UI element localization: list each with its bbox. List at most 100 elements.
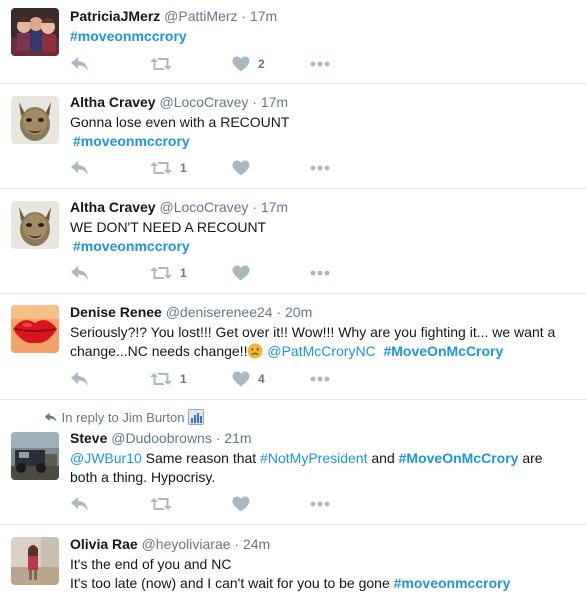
reply-icon [70, 496, 90, 512]
heart-icon [232, 160, 250, 176]
tweet[interactable]: Denise Renee @deniserenee24 · 20m Seriou… [0, 294, 586, 400]
tweet[interactable]: In reply to Jim Burton Steve @Dudoobrown… [0, 400, 586, 525]
timestamp[interactable]: · 24m [234, 536, 270, 552]
username[interactable]: @heyoliviarae [142, 536, 231, 552]
fullname[interactable]: Steve [70, 430, 107, 446]
username[interactable]: @Dudoobrowns [111, 430, 212, 446]
reply-icon [70, 160, 90, 176]
hashtag-link[interactable]: #moveonmccrory [70, 28, 187, 44]
hashtag-link[interactable]: #moveonmccrory [73, 133, 190, 149]
heart-icon [232, 265, 250, 281]
tweet[interactable]: Olivia Rae @heyoliviarae · 24m It's the … [0, 525, 586, 596]
heart-icon [232, 371, 250, 387]
like-button[interactable] [232, 265, 258, 281]
tweet-text: It's the end of you and NC It's too late… [70, 555, 570, 593]
reply-button[interactable] [70, 371, 90, 387]
group-photo-avatar [11, 8, 59, 56]
retweet-icon [150, 56, 172, 72]
avatar[interactable] [11, 305, 59, 353]
devil-mask-avatar [11, 96, 59, 144]
tweet-line: WE DON'T NEED A RECOUNT [70, 219, 267, 235]
username[interactable]: @deniserenee24 [166, 304, 273, 320]
tweet-line: Seriously?!? You lost!!! Get over it!! W… [70, 324, 556, 340]
tweet-text: #moveonmccrory [70, 27, 570, 46]
timestamp[interactable]: · 17m [252, 94, 288, 110]
reply-button[interactable] [70, 56, 90, 72]
hashtag-link[interactable]: #MoveOnMcCrory [383, 343, 503, 359]
tweet-text: Seriously?!? You lost!!! Get over it!! W… [70, 323, 580, 361]
like-button[interactable] [232, 496, 250, 512]
hashtag-link[interactable]: #moveonmccrory [394, 575, 511, 591]
hashtag-link[interactable]: #moveonmccrory [73, 238, 190, 254]
avatar[interactable] [11, 201, 59, 249]
fullname[interactable]: Altha Cravey [70, 94, 156, 110]
timestamp[interactable]: · 17m [241, 8, 277, 24]
retweet-count: 1 [180, 266, 187, 280]
retweet-button[interactable]: 1 [150, 371, 187, 387]
mention-link[interactable]: @JWBur10 [70, 450, 142, 466]
reply-icon [70, 371, 90, 387]
reply-button[interactable] [70, 265, 90, 281]
like-button[interactable]: 2 [232, 56, 265, 72]
timestamp[interactable]: · 21m [216, 430, 252, 446]
reply-context-arrow-icon [44, 412, 57, 423]
heart-icon [232, 56, 250, 72]
avatar[interactable] [11, 432, 59, 480]
retweet-count: 1 [180, 372, 187, 386]
tweet-header: PatriciaJMerz @PattiMerz · 17m [70, 8, 277, 24]
like-button[interactable]: 4 [232, 371, 265, 387]
hashtag-link[interactable]: #NotMyPresident [260, 450, 367, 466]
more-button[interactable] [310, 165, 330, 171]
retweet-icon [150, 371, 172, 387]
tweet-text-segment: and [367, 450, 399, 466]
reply-button[interactable] [70, 160, 90, 176]
lips-avatar [11, 305, 59, 353]
more-icon [310, 61, 330, 67]
username[interactable]: @LocoCravey [159, 199, 248, 215]
retweet-icon [150, 160, 172, 176]
retweet-button[interactable] [150, 496, 172, 512]
chart-emoji-icon [188, 409, 205, 425]
username[interactable]: @PattiMerz [164, 8, 237, 24]
retweet-button[interactable] [150, 56, 180, 72]
fullname[interactable]: Denise Renee [70, 304, 162, 320]
reply-button[interactable] [70, 496, 90, 512]
like-count: 4 [258, 372, 265, 386]
mention-link[interactable]: @PatMcCroryNC [267, 343, 375, 359]
tweet-header: Denise Renee @deniserenee24 · 20m [70, 304, 312, 320]
reply-context[interactable]: In reply to Jim Burton [44, 409, 205, 425]
tweet-text: @JWBur10 Same reason that #NotMyPresiden… [70, 449, 575, 487]
more-button[interactable] [310, 61, 330, 67]
retweet-icon [150, 496, 172, 512]
tweet-header: Steve @Dudoobrowns · 21m [70, 430, 252, 446]
more-button[interactable] [310, 376, 330, 382]
tweet-line: Gonna lose even with a RECOUNT [70, 114, 290, 130]
tweet[interactable]: PatriciaJMerz @PattiMerz · 17m #moveonmc… [0, 0, 586, 84]
devil-mask-avatar [11, 201, 59, 249]
more-button[interactable] [310, 501, 330, 507]
like-button[interactable] [232, 160, 258, 176]
timestamp[interactable]: · 20m [276, 304, 312, 320]
retweet-button[interactable]: 1 [150, 160, 187, 176]
frown-emoji-icon [247, 343, 263, 359]
retweet-button[interactable]: 1 [150, 265, 187, 281]
fullname[interactable]: Olivia Rae [70, 536, 138, 552]
tweet[interactable]: Altha Cravey @LocoCravey · 17m WE DON'T … [0, 189, 586, 294]
username[interactable]: @LocoCravey [159, 94, 248, 110]
avatar[interactable] [11, 96, 59, 144]
reply-context-label[interactable]: In reply to Jim Burton [62, 410, 185, 425]
more-icon [310, 376, 330, 382]
tweet-header: Altha Cravey @LocoCravey · 17m [70, 199, 288, 215]
fullname[interactable]: Altha Cravey [70, 199, 156, 215]
tweet[interactable]: Altha Cravey @LocoCravey · 17m Gonna los… [0, 84, 586, 189]
truck-photo-avatar [11, 432, 59, 480]
more-icon [310, 165, 330, 171]
reply-icon [70, 56, 90, 72]
more-icon [310, 270, 330, 276]
more-button[interactable] [310, 270, 330, 276]
avatar[interactable] [11, 8, 59, 56]
hashtag-link[interactable]: #MoveOnMcCrory [399, 450, 519, 466]
fullname[interactable]: PatriciaJMerz [70, 8, 160, 24]
avatar[interactable] [11, 537, 59, 585]
timestamp[interactable]: · 17m [252, 199, 288, 215]
